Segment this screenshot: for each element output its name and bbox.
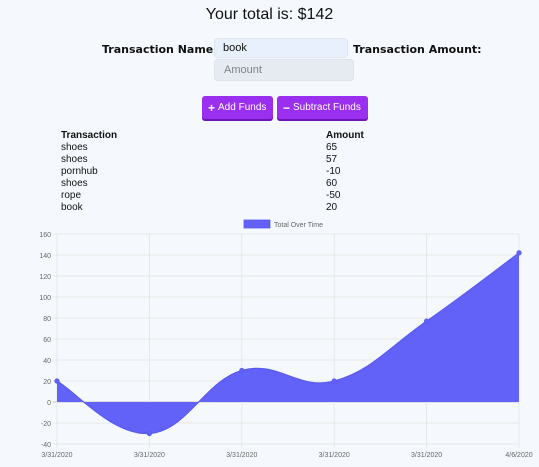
legend-swatch bbox=[243, 219, 271, 229]
transaction-name-cell: pornhub bbox=[61, 166, 98, 177]
table-header-row: Transaction Amount bbox=[61, 130, 381, 142]
plus-icon: + bbox=[208, 100, 216, 115]
data-point bbox=[331, 378, 337, 384]
y-tick-label: 20 bbox=[43, 379, 51, 386]
transaction-amount-input[interactable] bbox=[214, 59, 354, 81]
y-tick-label: -20 bbox=[41, 421, 51, 428]
transaction-amount-cell: 65 bbox=[326, 142, 338, 153]
transaction-name-cell: shoes bbox=[61, 142, 88, 153]
transaction-amount-cell: 60 bbox=[326, 178, 338, 189]
transaction-name-input[interactable] bbox=[214, 38, 348, 58]
data-point bbox=[516, 250, 522, 256]
subtract-funds-label: Subtract Funds bbox=[293, 102, 361, 113]
x-tick-label: 3/31/2020 bbox=[319, 452, 350, 459]
x-tick-label: 4/6/2020 bbox=[505, 452, 532, 459]
total-over-time-chart: 160 140 120 100 80 60 40 20 0 -20 -40 3/31/2020 3/31… bbox=[39, 219, 533, 459]
legend-label: Total Over Time bbox=[274, 222, 323, 229]
table-row: shoes 65 bbox=[61, 142, 381, 154]
transaction-amount-cell: -10 bbox=[326, 166, 341, 177]
minus-icon: − bbox=[283, 100, 291, 115]
column-header-amount: Amount bbox=[326, 130, 364, 141]
y-tick-label: 60 bbox=[43, 337, 51, 344]
transaction-amount-cell: 20 bbox=[326, 202, 338, 213]
action-buttons: + Add Funds − Subtract Funds bbox=[0, 96, 539, 120]
transaction-name-cell: book bbox=[61, 202, 83, 213]
x-tick-label: 3/31/2020 bbox=[226, 452, 257, 459]
y-tick-label: 40 bbox=[43, 358, 51, 365]
transaction-amount-cell: -50 bbox=[326, 190, 341, 201]
table-row: pornhub -10 bbox=[61, 166, 381, 178]
data-point bbox=[146, 430, 152, 437]
y-tick-label: 100 bbox=[39, 295, 51, 302]
transaction-form: Transaction Name: Transaction Amount: bbox=[0, 38, 539, 88]
transaction-name-cell: shoes bbox=[61, 154, 88, 165]
y-tick-label: 0 bbox=[47, 400, 51, 407]
column-header-transaction: Transaction bbox=[61, 130, 118, 141]
y-tick-label: 160 bbox=[39, 232, 51, 239]
y-tick-label: 140 bbox=[39, 253, 51, 260]
table-row: rope -50 bbox=[61, 190, 381, 202]
transaction-amount-cell: 57 bbox=[326, 154, 338, 165]
transaction-amount-label: Transaction Amount: bbox=[353, 43, 482, 56]
table-row: book 20 bbox=[61, 202, 381, 214]
transaction-name-label: Transaction Name: bbox=[102, 43, 218, 56]
table-row: shoes 60 bbox=[61, 178, 381, 190]
y-tick-label: -40 bbox=[41, 442, 51, 449]
data-point bbox=[54, 378, 60, 384]
transaction-name-cell: rope bbox=[61, 190, 82, 201]
x-tick-label: 3/31/2020 bbox=[134, 452, 165, 459]
transactions-table: Transaction Amount shoes 65 shoes 57 pornh… bbox=[61, 130, 381, 214]
series-area-fill bbox=[57, 252, 519, 434]
subtract-funds-button[interactable]: − Subtract Funds bbox=[277, 96, 368, 119]
add-funds-label: Add Funds bbox=[218, 102, 267, 113]
data-point bbox=[239, 367, 245, 374]
transaction-name-cell: shoes bbox=[61, 178, 88, 189]
x-tick-label: 3/31/2020 bbox=[41, 452, 72, 459]
y-tick-label: 120 bbox=[39, 274, 51, 281]
data-point bbox=[423, 318, 430, 324]
x-tick-label: 3/31/2020 bbox=[411, 452, 442, 459]
y-tick-label: 80 bbox=[43, 316, 51, 323]
total-heading: Your total is: $142 bbox=[205, 6, 334, 23]
table-row: shoes 57 bbox=[61, 154, 381, 166]
add-funds-button[interactable]: + Add Funds bbox=[202, 96, 273, 119]
